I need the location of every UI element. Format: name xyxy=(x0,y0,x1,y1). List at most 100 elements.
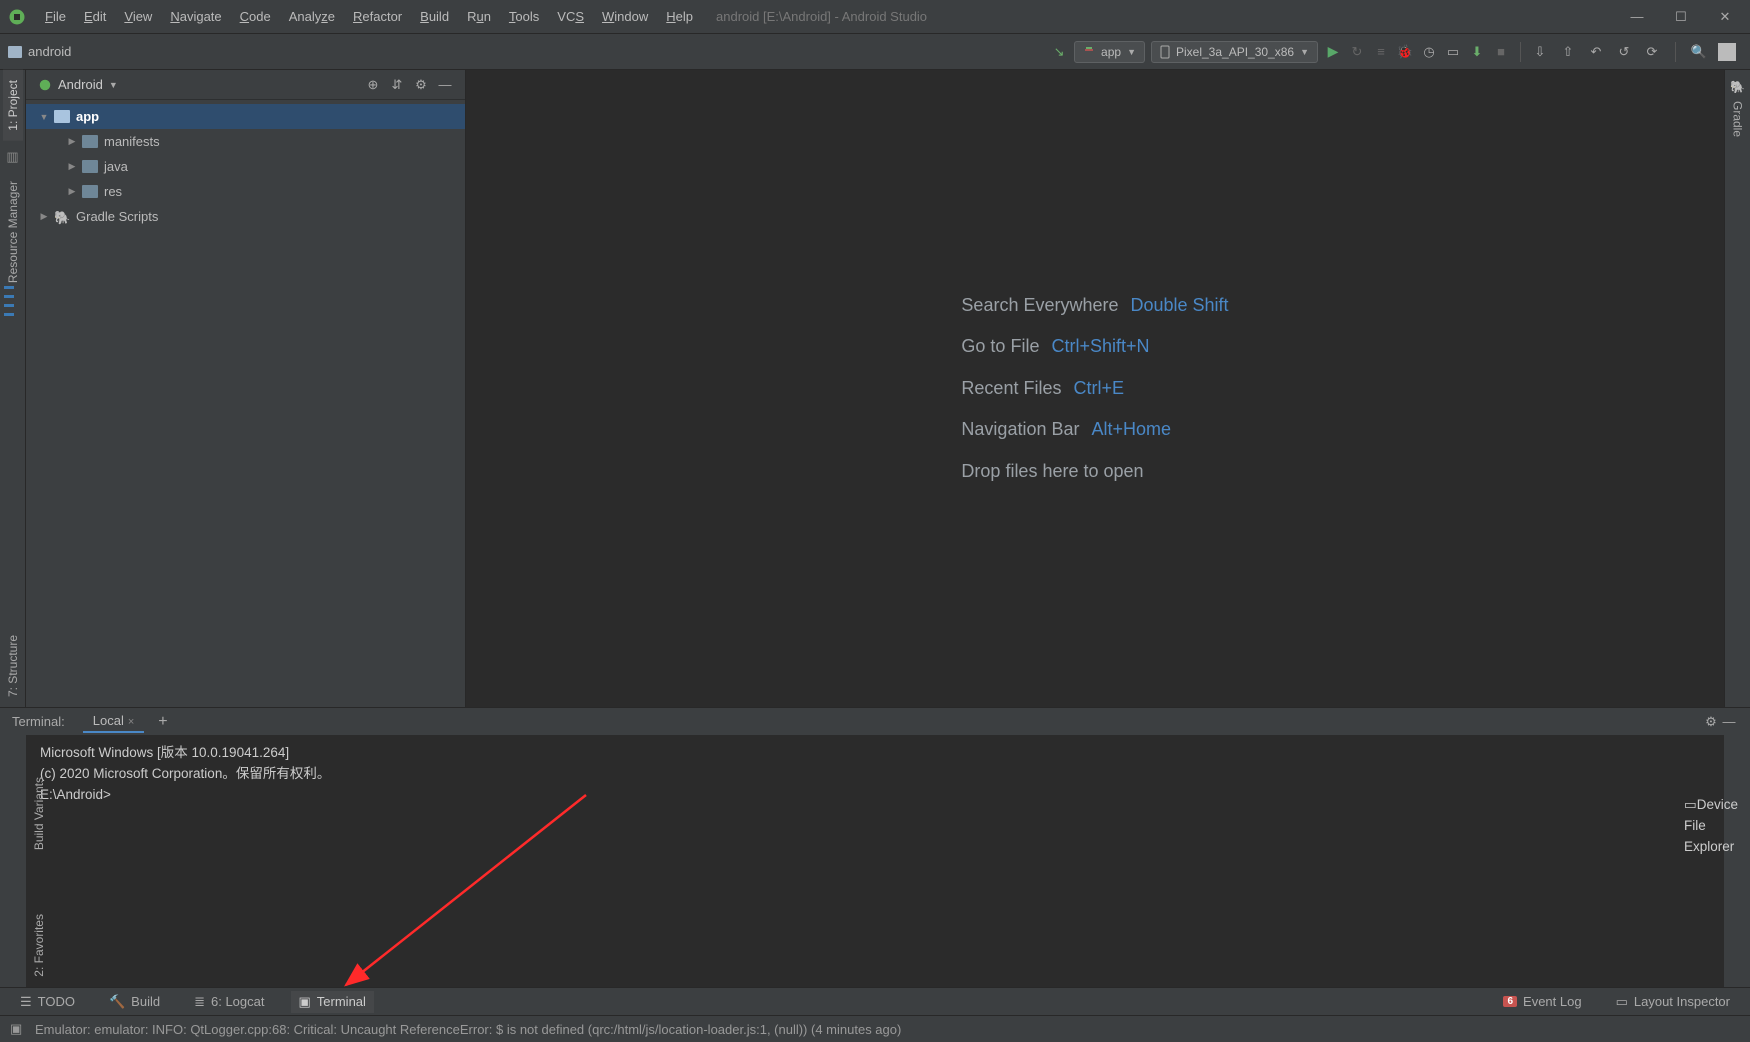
titlebar: File Edit View Navigate Code Analyze Ref… xyxy=(0,0,1750,34)
stop-button[interactable]: ■ xyxy=(1492,43,1510,61)
hint-key: Ctrl+E xyxy=(1073,368,1124,409)
tree-item-res[interactable]: ▶ res xyxy=(26,179,465,204)
tree-item-gradle-scripts[interactable]: ▶ 🐘 Gradle Scripts xyxy=(26,204,465,229)
menu-refactor[interactable]: Refactor xyxy=(344,5,411,28)
chevron-right-icon: ▶ xyxy=(66,186,78,197)
terminal-body[interactable]: Microsoft Windows [版本 10.0.19041.264] (c… xyxy=(0,735,1750,987)
run-button[interactable]: ▶ xyxy=(1324,43,1342,61)
tree-label: Gradle Scripts xyxy=(76,209,158,224)
tool-tab-project[interactable]: 1: Project xyxy=(3,70,23,141)
menu-tools[interactable]: Tools xyxy=(500,5,548,28)
tool-tab-structure[interactable]: 7: Structure xyxy=(3,625,23,707)
navigation-bar: android ↘ app ▼ Pixel_3a_API_30_x86 ▼ ▶ … xyxy=(0,34,1750,70)
status-bar: ▣ Emulator: emulator: INFO: QtLogger.cpp… xyxy=(0,1015,1750,1042)
vcs-update-icon[interactable]: ⇩ xyxy=(1531,43,1549,61)
tree-item-manifests[interactable]: ▶ manifests xyxy=(26,129,465,154)
project-view-selector[interactable]: Android ▼ xyxy=(38,77,118,92)
new-session-button[interactable]: + xyxy=(158,713,167,731)
close-button[interactable]: ✕ xyxy=(1718,9,1732,25)
todo-icon: ☰ xyxy=(20,994,32,1010)
folder-icon xyxy=(82,185,98,198)
profiler-icon[interactable]: ◷ xyxy=(1420,43,1438,61)
run-config-label: app xyxy=(1101,45,1121,59)
gear-icon[interactable]: ⚙ xyxy=(1702,713,1720,731)
close-icon[interactable]: × xyxy=(128,716,134,728)
folder-icon xyxy=(82,160,98,173)
tool-tab-build-variants[interactable]: Build Variants xyxy=(27,767,52,860)
menu-navigate[interactable]: Navigate xyxy=(161,5,230,28)
expand-all-icon[interactable]: ⇵ xyxy=(389,77,405,93)
tab-terminal[interactable]: ▣Terminal xyxy=(291,991,374,1013)
minimize-button[interactable]: — xyxy=(1630,9,1644,25)
error-badge: 6 xyxy=(1503,996,1517,1007)
tool-tab-gradle[interactable]: 🐘Gradle xyxy=(1728,70,1748,147)
module-icon xyxy=(54,110,70,123)
right-tool-stripe: 🐘Gradle xyxy=(1724,70,1750,707)
menu-build[interactable]: Build xyxy=(411,5,458,28)
vcs-revert-icon[interactable]: ↺ xyxy=(1615,43,1633,61)
avatar-icon[interactable] xyxy=(1718,43,1736,61)
hint-label: Drop files here to open xyxy=(961,451,1143,492)
separator xyxy=(1675,42,1676,62)
gear-icon[interactable]: ⚙ xyxy=(413,77,429,93)
menu-analyze[interactable]: Analyze xyxy=(280,5,344,28)
hint-label: Go to File xyxy=(961,326,1039,367)
tool-windows-icon[interactable]: ▣ xyxy=(10,1021,25,1037)
project-panel: Android ▼ ⊕ ⇵ ⚙ — ▼ app ▶ manifests ▶ xyxy=(26,70,466,707)
terminal-icon: ▣ xyxy=(299,994,311,1010)
window-controls: — ☐ ✕ xyxy=(1630,9,1742,25)
tab-layout-inspector[interactable]: ▭Layout Inspector xyxy=(1608,991,1738,1013)
menu-view[interactable]: View xyxy=(115,5,161,28)
hint-key: Alt+Home xyxy=(1092,409,1172,450)
tab-logcat[interactable]: ≣6: Logcat xyxy=(186,991,272,1013)
tree-item-app[interactable]: ▼ app xyxy=(26,104,465,129)
maximize-button[interactable]: ☐ xyxy=(1674,9,1688,25)
terminal-header: Terminal: Local× + ⚙ — xyxy=(0,707,1750,735)
tree-label: app xyxy=(76,109,99,124)
status-message: Emulator: emulator: INFO: QtLogger.cpp:6… xyxy=(35,1022,901,1037)
menu-window[interactable]: Window xyxy=(593,5,657,28)
folder-stack-icon[interactable]: ▥ xyxy=(6,149,18,165)
apply-code-icon[interactable]: ≡ xyxy=(1372,43,1390,61)
tab-build[interactable]: 🔨Build xyxy=(101,991,168,1013)
apply-changes-icon[interactable]: ↻ xyxy=(1348,43,1366,61)
sync-icon[interactable]: ⟳ xyxy=(1643,43,1661,61)
avd-manager-icon[interactable]: ▭ xyxy=(1444,43,1462,61)
menu-file[interactable]: File xyxy=(36,5,75,28)
make-project-icon[interactable]: ↘ xyxy=(1050,43,1068,61)
main-menu: File Edit View Navigate Code Analyze Ref… xyxy=(36,5,702,28)
vcs-history-icon[interactable]: ↶ xyxy=(1587,43,1605,61)
menu-run[interactable]: Run xyxy=(458,5,500,28)
debug-button[interactable]: 🐞 xyxy=(1396,43,1414,61)
search-icon[interactable]: 🔍 xyxy=(1690,43,1708,61)
hide-icon[interactable]: — xyxy=(437,77,453,92)
hint-label: Navigation Bar xyxy=(961,409,1079,450)
tool-tab-favorites[interactable]: 2: Favorites xyxy=(27,904,52,987)
breadcrumb[interactable]: android xyxy=(8,44,71,59)
tree-item-java[interactable]: ▶ java xyxy=(26,154,465,179)
terminal-tab-local[interactable]: Local× xyxy=(83,710,145,733)
vcs-commit-icon[interactable]: ⇧ xyxy=(1559,43,1577,61)
gradle-icon: 🐘 xyxy=(54,210,70,223)
menu-edit[interactable]: Edit xyxy=(75,5,115,28)
window-title: android [E:\Android] - Android Studio xyxy=(716,9,927,24)
terminal-line: Microsoft Windows [版本 10.0.19041.264] xyxy=(40,743,1710,764)
device-combo[interactable]: Pixel_3a_API_30_x86 ▼ xyxy=(1151,41,1318,63)
android-studio-logo-icon xyxy=(8,8,26,26)
tool-tab-resource-manager[interactable]: Resource Manager xyxy=(3,171,23,293)
menu-code[interactable]: Code xyxy=(231,5,280,28)
left-tool-stripe: 1: Project ▥ Resource Manager 7: Structu… xyxy=(0,70,26,707)
bottom-toolbar: ☰TODO 🔨Build ≣6: Logcat ▣Terminal 6Event… xyxy=(0,987,1750,1015)
run-config-combo[interactable]: app ▼ xyxy=(1074,41,1145,63)
tab-todo[interactable]: ☰TODO xyxy=(12,991,83,1013)
select-opened-file-icon[interactable]: ⊕ xyxy=(365,77,381,93)
menu-vcs[interactable]: VCS xyxy=(548,5,593,28)
project-panel-header: Android ▼ ⊕ ⇵ ⚙ — xyxy=(26,70,465,100)
folder-icon xyxy=(82,135,98,148)
hide-icon[interactable]: — xyxy=(1720,713,1738,731)
menu-help[interactable]: Help xyxy=(657,5,702,28)
sdk-manager-icon[interactable]: ⬇ xyxy=(1468,43,1486,61)
tab-event-log[interactable]: 6Event Log xyxy=(1495,991,1589,1012)
tool-tab-device-file-explorer[interactable]: ▭Device File Explorer xyxy=(1684,795,1738,858)
device-label: Pixel_3a_API_30_x86 xyxy=(1176,45,1294,59)
